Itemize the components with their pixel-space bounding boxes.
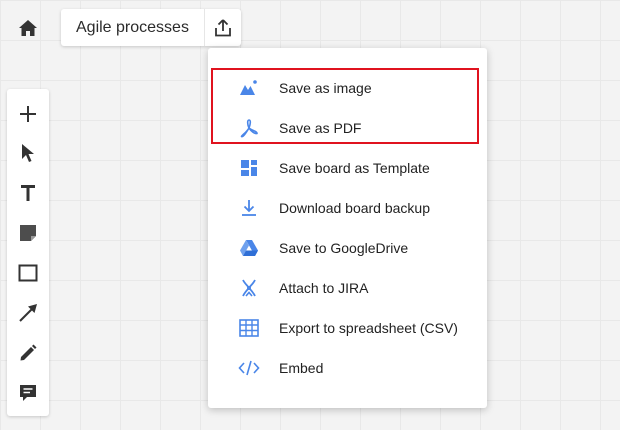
menu-item-export-csv[interactable]: Export to spreadsheet (CSV) xyxy=(208,308,487,348)
menu-item-label: Save as image xyxy=(279,80,372,96)
board-title-bar: Agile processes xyxy=(61,9,241,46)
menu-item-label: Save board as Template xyxy=(279,160,430,176)
pen-icon xyxy=(20,344,37,361)
google-drive-icon xyxy=(235,237,263,259)
menu-item-save-image[interactable]: Save as image xyxy=(208,68,487,108)
text-tool[interactable] xyxy=(7,176,49,210)
menu-item-label: Save as PDF xyxy=(279,120,362,136)
cursor-icon xyxy=(22,144,34,162)
tools-toolbar xyxy=(7,89,49,416)
connector-tool[interactable] xyxy=(7,296,49,330)
export-menu: Save as image Save as PDF Save board as … xyxy=(208,48,487,408)
pdf-icon xyxy=(235,117,263,139)
menu-item-embed[interactable]: Embed xyxy=(208,348,487,388)
comment-icon xyxy=(20,385,36,401)
embed-icon xyxy=(235,357,263,379)
home-button[interactable] xyxy=(14,14,42,42)
menu-item-label: Download board backup xyxy=(279,200,430,216)
menu-item-label: Export to spreadsheet (CSV) xyxy=(279,320,458,336)
menu-item-google-drive[interactable]: Save to GoogleDrive xyxy=(208,228,487,268)
spreadsheet-icon xyxy=(235,317,263,339)
menu-item-label: Save to GoogleDrive xyxy=(279,240,409,256)
menu-item-label: Attach to JIRA xyxy=(279,280,369,296)
download-icon xyxy=(235,197,263,219)
menu-item-label: Embed xyxy=(279,360,324,376)
export-button[interactable] xyxy=(205,9,241,46)
menu-item-attach-jira[interactable]: Attach to JIRA xyxy=(208,268,487,308)
home-icon xyxy=(19,20,37,36)
sticky-note-tool[interactable] xyxy=(7,216,49,250)
text-icon xyxy=(21,185,35,201)
menu-item-save-pdf[interactable]: Save as PDF xyxy=(208,108,487,148)
shape-tool[interactable] xyxy=(7,256,49,290)
rectangle-icon xyxy=(18,264,38,282)
add-tool[interactable] xyxy=(7,97,49,131)
arrow-icon xyxy=(19,304,37,322)
board-title[interactable]: Agile processes xyxy=(61,9,205,46)
image-icon xyxy=(235,77,263,99)
upload-icon xyxy=(215,18,231,36)
comment-tool[interactable] xyxy=(7,376,49,410)
template-icon xyxy=(235,157,263,179)
menu-item-save-template[interactable]: Save board as Template xyxy=(208,148,487,188)
select-tool[interactable] xyxy=(7,136,49,170)
plus-icon xyxy=(20,106,36,122)
pen-tool[interactable] xyxy=(7,336,49,370)
jira-icon xyxy=(235,277,263,299)
sticky-note-icon xyxy=(20,225,36,241)
menu-item-download-backup[interactable]: Download board backup xyxy=(208,188,487,228)
